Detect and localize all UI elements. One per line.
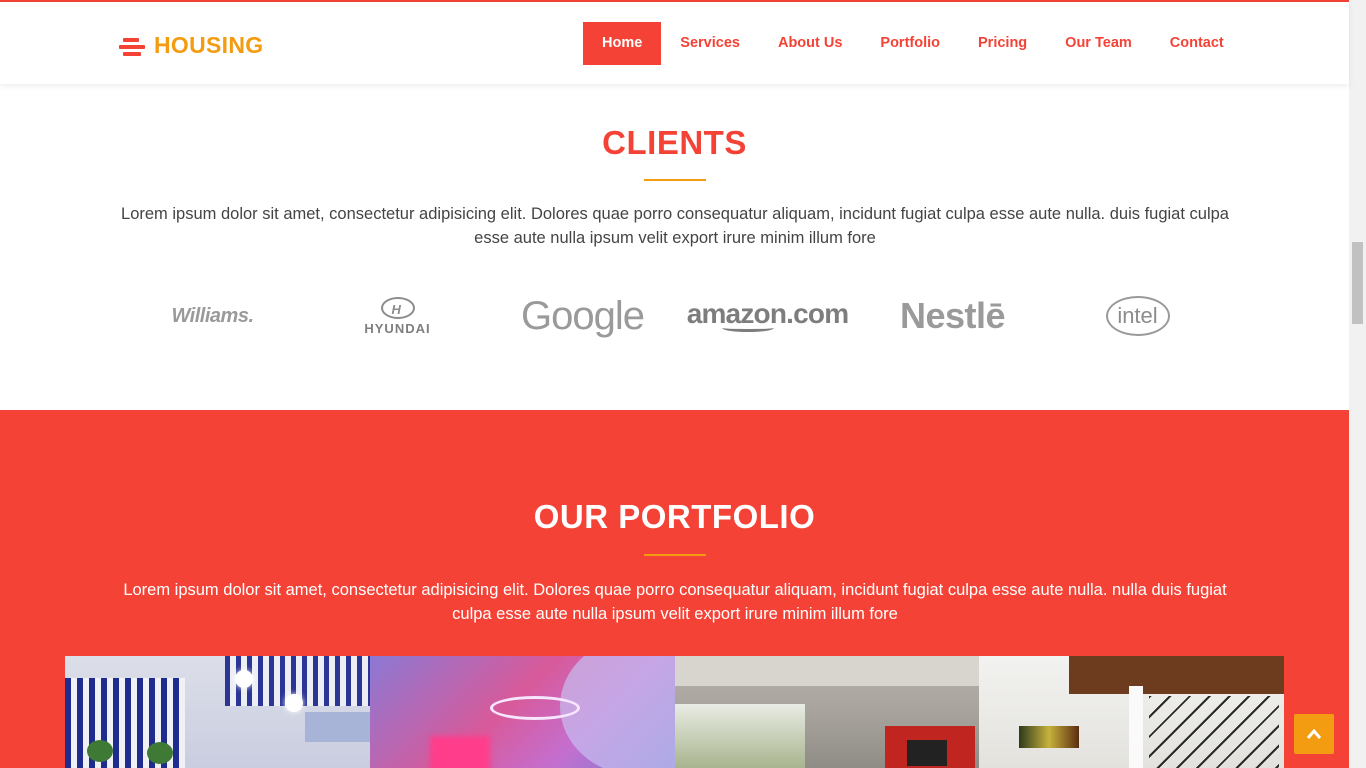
nav-services[interactable]: Services bbox=[661, 22, 759, 65]
clients-description: Lorem ipsum dolor sit amet, consectetur … bbox=[121, 205, 1229, 247]
portfolio-section: OUR PORTFOLIO Lorem ipsum dolor sit amet… bbox=[0, 410, 1349, 768]
client-logos: Williams. H HYUNDAI Google amazon.com Ne… bbox=[120, 284, 1230, 348]
hyundai-logo[interactable]: H HYUNDAI bbox=[305, 284, 490, 348]
navbar: HOUSING Home Services About Us Portfolio… bbox=[0, 2, 1349, 84]
portfolio-description: Lorem ipsum dolor sit amet, consectetur … bbox=[123, 581, 1227, 623]
intel-ring-icon: intel bbox=[1105, 296, 1170, 336]
google-logo[interactable]: Google bbox=[490, 284, 675, 348]
nav-pricing[interactable]: Pricing bbox=[959, 22, 1046, 65]
nav-portfolio[interactable]: Portfolio bbox=[861, 22, 959, 65]
portfolio-image-living-room[interactable] bbox=[674, 656, 980, 768]
clients-section: CLIENTS Lorem ipsum dolor sit amet, cons… bbox=[0, 84, 1349, 410]
intel-logo-text: intel bbox=[1117, 303, 1158, 328]
intel-logo[interactable]: intel bbox=[1045, 284, 1230, 348]
title-underline bbox=[644, 554, 706, 556]
stack-lines-icon bbox=[119, 35, 145, 57]
back-to-top-button[interactable] bbox=[1294, 714, 1334, 754]
amazon-logo[interactable]: amazon.com bbox=[675, 284, 860, 348]
google-logo-text: Google bbox=[521, 293, 645, 338]
brand-logo[interactable]: HOUSING bbox=[119, 32, 263, 59]
nav-about-us[interactable]: About Us bbox=[759, 22, 861, 65]
brand-name: HOUSING bbox=[154, 32, 264, 58]
hyundai-logo-text: HYUNDAI bbox=[364, 320, 431, 336]
portfolio-image-pink-lounge[interactable] bbox=[369, 656, 675, 768]
portfolio-gallery bbox=[65, 656, 1284, 768]
clients-title: CLIENTS bbox=[602, 124, 747, 161]
hyundai-emblem-icon: H bbox=[380, 296, 415, 319]
main-nav: Home Services About Us Portfolio Pricing… bbox=[583, 22, 1243, 65]
nav-contact[interactable]: Contact bbox=[1151, 22, 1243, 65]
chevron-up-icon bbox=[1306, 728, 1322, 739]
nav-home[interactable]: Home bbox=[583, 22, 662, 65]
portfolio-image-blue-stripes[interactable] bbox=[65, 656, 370, 768]
title-underline bbox=[644, 179, 706, 181]
portfolio-title: OUR PORTFOLIO bbox=[533, 498, 816, 535]
nav-our-team[interactable]: Our Team bbox=[1046, 22, 1151, 65]
williams-logo-text: Williams. bbox=[171, 304, 254, 327]
amazon-smile-icon bbox=[721, 324, 774, 332]
page-scrollbar[interactable] bbox=[1349, 0, 1366, 768]
scrollbar-thumb[interactable] bbox=[1352, 242, 1363, 324]
nestle-logo-text: Nestlē bbox=[899, 295, 1006, 336]
nestle-logo[interactable]: Nestlē bbox=[860, 284, 1045, 348]
williams-logo[interactable]: Williams. bbox=[120, 284, 305, 348]
portfolio-image-modern-loft[interactable] bbox=[979, 656, 1284, 768]
